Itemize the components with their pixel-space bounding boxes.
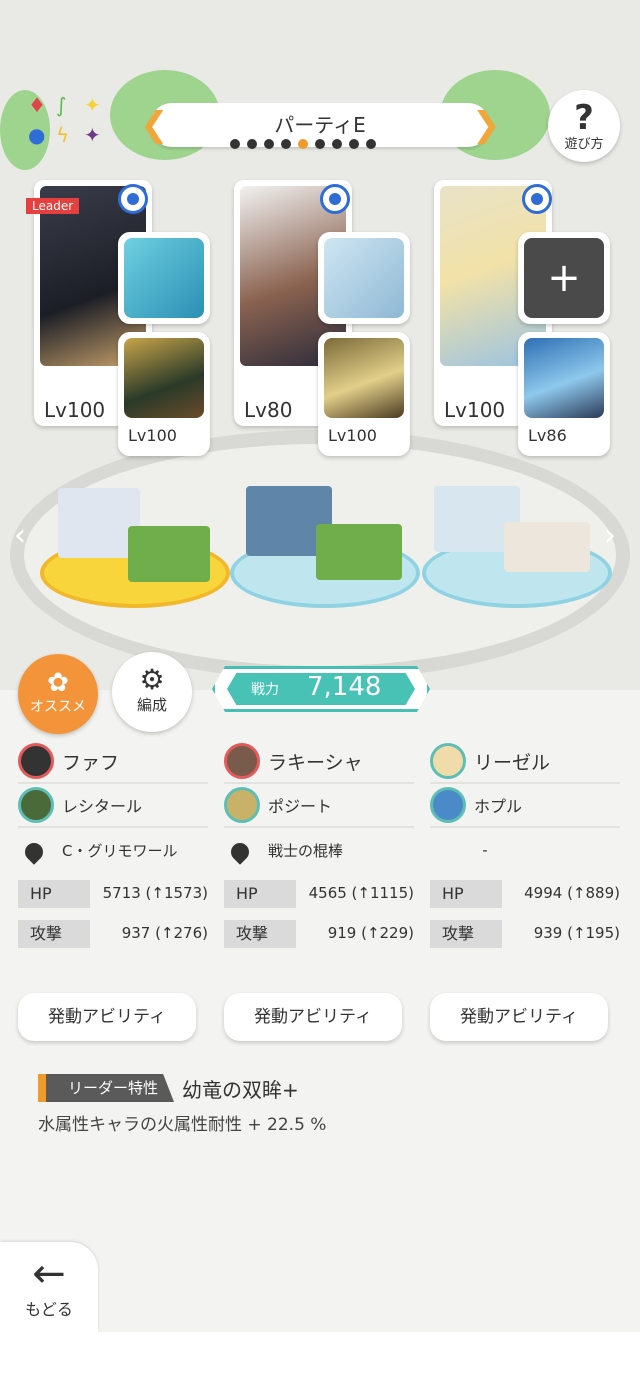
main-character-avatar	[430, 743, 466, 779]
help-button[interactable]: ? 遊び方	[548, 90, 620, 162]
sub-character-3[interactable]: Lv86	[518, 332, 610, 456]
ability-button-1[interactable]: 発動アビリティ	[18, 993, 196, 1041]
main-character-avatar	[224, 743, 260, 779]
hp-label: HP	[430, 880, 530, 908]
equipment-name: C・グリモワール	[62, 841, 178, 860]
pedestal	[316, 524, 402, 580]
main-character-name: リーゼル	[474, 751, 551, 774]
sub-character-2[interactable]: Lv100	[318, 332, 410, 456]
sub-character-portrait	[324, 338, 404, 418]
prev-party-arrow[interactable]: ❮	[140, 106, 169, 144]
sub-character-level: Lv100	[328, 426, 377, 445]
sub-character-avatar	[430, 787, 466, 823]
leader-skill-name: 幼竜の双眸+	[182, 1078, 299, 1102]
leader-tag: Leader	[26, 198, 80, 214]
next-party-arrow[interactable]: ❯	[472, 106, 501, 144]
equipment-slot-2[interactable]	[318, 232, 410, 324]
party-scene: ♦ ∫ ✦ ● ϟ ✦ パーティE ❮ ❯ ? 遊び方 Lv100 Leader…	[0, 0, 640, 690]
footer-bar	[0, 1332, 640, 1386]
party-page-dot[interactable]	[366, 139, 376, 149]
party-member-column-3: リーゼル ホプル - HP 4994 (↑889) 攻撃 939 (↑195)	[430, 740, 620, 952]
equipment-slot-1[interactable]	[118, 232, 210, 324]
sub-character-level: Lv100	[128, 426, 177, 445]
power-display: 戦力 7,148	[212, 666, 430, 712]
character-level: Lv100	[444, 398, 506, 422]
party-page-dot[interactable]	[349, 139, 359, 149]
party-page-dot[interactable]	[315, 139, 325, 149]
party-page-dots	[230, 139, 410, 151]
sub-character-name: レシタール	[62, 797, 143, 816]
back-arrow-icon: ←	[32, 1251, 66, 1297]
party-page-dot[interactable]	[264, 139, 274, 149]
sub-character-portrait	[524, 338, 604, 418]
party-page-dot[interactable]	[298, 139, 308, 149]
element-icons: ♦ ∫ ✦ ● ϟ ✦	[28, 93, 101, 147]
main-character-name: ラキーシャ	[268, 751, 363, 774]
party-page-dot[interactable]	[230, 139, 240, 149]
attack-label: 攻撃	[18, 920, 118, 948]
party-page-dot[interactable]	[247, 139, 257, 149]
leader-skill-description: 水属性キャラの火属性耐性 + 22.5 %	[38, 1115, 327, 1135]
ability-button-3[interactable]: 発動アビリティ	[430, 993, 608, 1041]
sub-character-portrait	[124, 338, 204, 418]
water-element-icon	[118, 184, 148, 214]
character-level: Lv80	[244, 398, 293, 422]
water-element-icon	[522, 184, 552, 214]
equipment-icon	[22, 837, 48, 863]
party-member-column-1: ファフ レシタール C・グリモワール HP 5713 (↑1573) 攻撃 937 …	[18, 740, 208, 952]
sub-character-avatar	[224, 787, 260, 823]
scroll-left-icon[interactable]: ‹	[14, 518, 26, 553]
scroll-right-icon[interactable]: ›	[604, 518, 616, 553]
water-element-icon	[320, 184, 350, 214]
party-page-dot[interactable]	[281, 139, 291, 149]
formation-button[interactable]: ⚙ 編成	[112, 652, 192, 732]
hp-value: 4565 (↑1115)	[308, 884, 414, 902]
attack-value: 919 (↑229)	[327, 924, 414, 942]
club-icon	[324, 238, 404, 318]
person-gear-icon: ⚙	[139, 663, 165, 696]
equipment-name: -	[482, 841, 488, 859]
character-level: Lv100	[44, 398, 106, 422]
sub-character-avatar	[18, 787, 54, 823]
main-character-name: ファフ	[62, 751, 120, 774]
recommend-icon: ✿	[47, 668, 69, 698]
hp-value: 5713 (↑1573)	[102, 884, 208, 902]
sub-character-name: ホプル	[474, 797, 523, 816]
main-character-avatar	[18, 743, 54, 779]
back-label: もどる	[25, 1300, 73, 1319]
power-label: 戦力	[251, 682, 279, 698]
party-page-dot[interactable]	[332, 139, 342, 149]
back-button[interactable]: ← もどる	[0, 1242, 98, 1332]
equipment-icon	[228, 837, 254, 863]
help-label: 遊び方	[564, 137, 604, 152]
power-value: 7,148	[307, 672, 382, 702]
hp-value: 4994 (↑889)	[524, 884, 620, 902]
equipment-name: 戦士の棍棒	[268, 841, 344, 860]
attack-value: 937 (↑276)	[121, 924, 208, 942]
recommend-button[interactable]: ✿ オススメ	[18, 654, 98, 734]
recommend-label: オススメ	[30, 699, 86, 715]
leader-skill-label: リーダー特性	[38, 1074, 174, 1102]
pedestal	[128, 526, 210, 582]
party-member-column-2: ラキーシャ ポジート 戦士の棍棒 HP 4565 (↑1115) 攻撃 919 (↑…	[224, 740, 414, 952]
sub-character-1[interactable]: Lv100	[118, 332, 210, 456]
question-icon: ?	[574, 98, 594, 138]
empty-equipment-icon: +	[524, 238, 604, 318]
ability-button-2[interactable]: 発動アビリティ	[224, 993, 402, 1041]
attack-label: 攻撃	[224, 920, 324, 948]
formation-label: 編成	[136, 696, 167, 714]
sub-character-name: ポジート	[268, 797, 333, 816]
equipment-slot-3[interactable]: +	[518, 232, 610, 324]
sub-character-level: Lv86	[528, 426, 567, 445]
attack-value: 939 (↑195)	[533, 924, 620, 942]
pedestal	[504, 522, 590, 572]
attack-label: 攻撃	[430, 920, 530, 948]
grimoire-icon	[124, 238, 204, 318]
